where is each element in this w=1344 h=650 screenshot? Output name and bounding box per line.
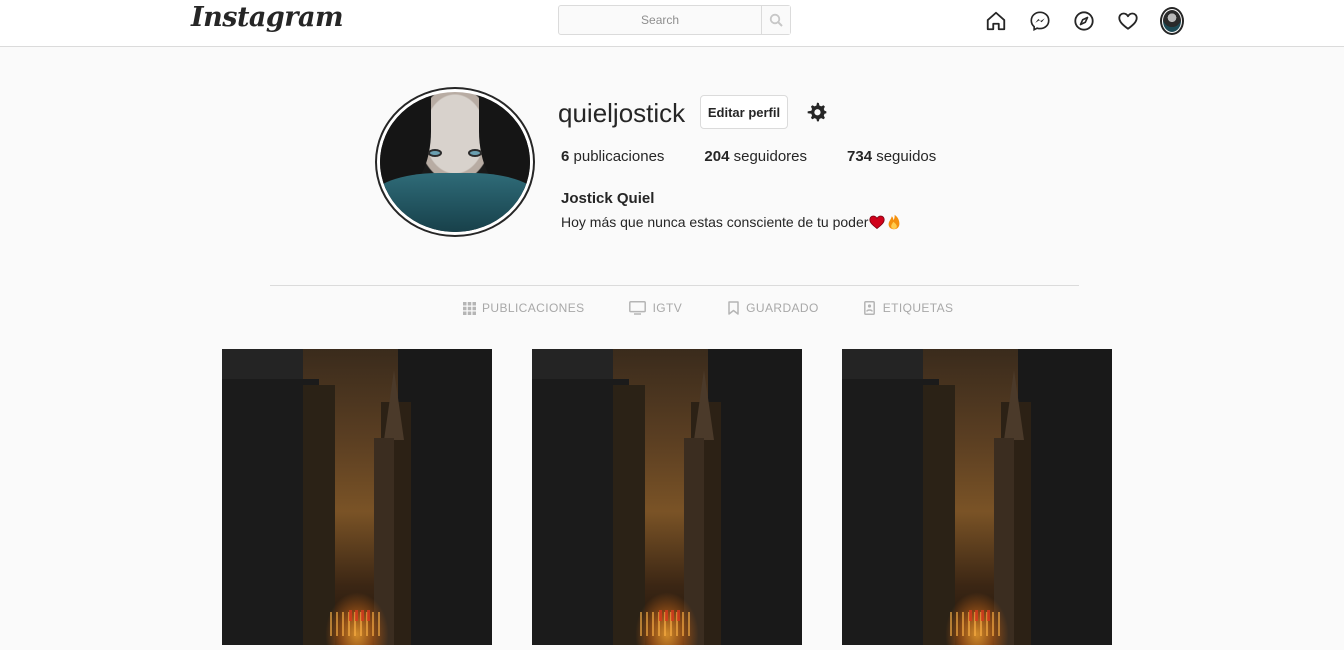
edit-profile-button[interactable]: Editar perfil — [700, 95, 788, 129]
tabs-divider — [270, 285, 1079, 286]
tv-icon — [629, 301, 647, 315]
heart-icon[interactable] — [1116, 9, 1140, 33]
profile-username: quieljostick — [558, 98, 686, 128]
posts-stat: 6 publicaciones — [561, 148, 664, 165]
top-navbar: Instagram — [0, 0, 1344, 47]
bookmark-icon — [726, 301, 740, 315]
profile-avatar[interactable] — [1160, 7, 1184, 35]
settings-gear-icon[interactable] — [806, 101, 828, 123]
tab-label: IGTV — [652, 301, 683, 315]
profile-tabs: PUBLICACIONES IGTV GUARDADO ETIQUETAS — [462, 301, 953, 315]
bio-text: Hoy más que nunca estas consciente de tu… — [561, 214, 869, 230]
profile-full-name: Jostick Quiel — [561, 190, 655, 207]
nav-avatar-image — [1160, 7, 1184, 35]
tag-icon — [863, 301, 877, 315]
search-input[interactable] — [559, 6, 762, 34]
search-box[interactable] — [558, 5, 791, 35]
messenger-icon[interactable] — [1028, 9, 1052, 33]
profile-stats: 6 publicaciones 204 seguidores 734 segui… — [561, 148, 976, 165]
tab-label: ETIQUETAS — [882, 301, 954, 315]
explore-compass-icon[interactable] — [1072, 9, 1096, 33]
fire-emoji-icon — [889, 214, 900, 230]
home-icon[interactable] — [984, 9, 1008, 33]
search-icon — [769, 13, 783, 27]
following-count: 734 — [847, 148, 873, 165]
tab-label: GUARDADO — [746, 301, 819, 315]
posts-label: publicaciones — [573, 148, 665, 165]
following-label: seguidos — [876, 148, 937, 165]
tab-guardado[interactable]: GUARDADO — [726, 301, 819, 315]
profile-bio: Hoy más que nunca estas consciente de tu… — [561, 214, 902, 230]
tab-etiquetas[interactable]: ETIQUETAS — [863, 301, 954, 315]
following-stat[interactable]: 734 seguidos — [847, 148, 936, 165]
grid-icon — [462, 301, 476, 315]
search-button[interactable] — [761, 6, 790, 34]
red-heart-emoji-icon — [869, 215, 886, 230]
followers-label: seguidores — [733, 148, 808, 165]
posts-count: 6 — [561, 148, 570, 165]
post-thumbnail-2[interactable] — [532, 349, 802, 645]
followers-count: 204 — [704, 148, 730, 165]
tab-label: PUBLICACIONES — [482, 301, 585, 315]
instagram-logo[interactable]: Instagram — [191, 2, 344, 33]
nav-icons — [984, 7, 1184, 35]
tab-igtv[interactable]: IGTV — [629, 301, 683, 315]
post-thumbnail-1[interactable] — [222, 349, 492, 645]
tab-publicaciones[interactable]: PUBLICACIONES — [462, 301, 585, 315]
profile-avatar-large[interactable] — [375, 87, 535, 237]
profile-photo — [380, 92, 530, 232]
followers-stat[interactable]: 204 seguidores — [704, 148, 807, 165]
post-thumbnail-3[interactable] — [842, 349, 1112, 645]
